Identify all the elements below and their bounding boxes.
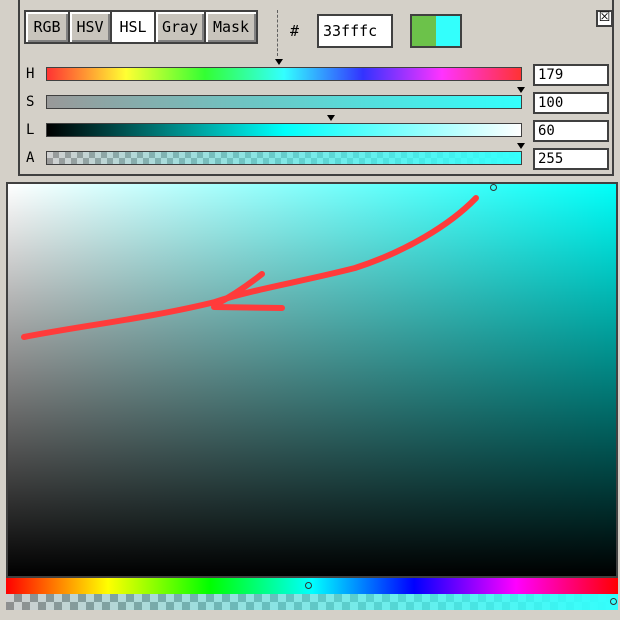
hue-strip[interactable] — [6, 578, 618, 594]
slider-label-l: L — [26, 122, 35, 138]
hue-slider-marker[interactable] — [275, 59, 283, 65]
picker-cursor[interactable] — [490, 184, 497, 191]
saturation-slider[interactable] — [46, 87, 525, 109]
saturation-value-field[interactable]: 100 — [533, 92, 609, 114]
tab-mask[interactable]: Mask — [204, 10, 258, 44]
slider-label-s: S — [26, 94, 35, 110]
hue-slider[interactable] — [46, 59, 522, 81]
previous-color-swatch[interactable] — [412, 16, 436, 46]
color-editor-panel: RGB HSV HSL Gray Mask # 33fffc ☒ H 179 S… — [18, 0, 614, 176]
alpha-slider[interactable] — [46, 143, 525, 165]
alpha-value-field[interactable]: 255 — [533, 148, 609, 170]
mode-tabs: RGB HSV HSL Gray Mask — [24, 10, 258, 46]
picker-gradient[interactable] — [8, 184, 616, 576]
slider-label-a: A — [26, 150, 35, 166]
close-icon[interactable]: ☒ — [596, 10, 613, 27]
alpha-strip[interactable] — [6, 594, 618, 610]
alpha-slider-marker[interactable] — [517, 143, 525, 149]
tab-hsv[interactable]: HSV — [68, 10, 112, 44]
toolbar-divider — [277, 10, 278, 56]
slider-row-hue: H 179 — [24, 59, 610, 86]
alpha-strip-cursor[interactable] — [610, 598, 617, 605]
lightness-value-field[interactable]: 60 — [533, 120, 609, 142]
tab-hsl[interactable]: HSL — [110, 10, 156, 44]
tab-gray[interactable]: Gray — [154, 10, 206, 44]
lightness-slider[interactable] — [46, 115, 522, 137]
hue-value-field[interactable]: 179 — [533, 64, 609, 86]
slider-row-lightness: L 60 — [24, 115, 610, 142]
hue-strip-cursor[interactable] — [305, 582, 312, 589]
slider-row-alpha: A 255 — [24, 143, 610, 170]
saturation-lightness-picker[interactable] — [6, 182, 618, 578]
slider-row-saturation: S 100 — [24, 87, 610, 114]
current-color-swatch — [436, 16, 460, 46]
hex-color-input[interactable]: 33fffc — [317, 14, 393, 48]
lightness-slider-marker[interactable] — [327, 115, 335, 121]
saturation-slider-marker[interactable] — [517, 87, 525, 93]
slider-label-h: H — [26, 66, 35, 82]
color-swatch[interactable] — [410, 14, 462, 48]
tab-rgb[interactable]: RGB — [24, 10, 70, 44]
hex-hash-label: # — [290, 22, 300, 40]
